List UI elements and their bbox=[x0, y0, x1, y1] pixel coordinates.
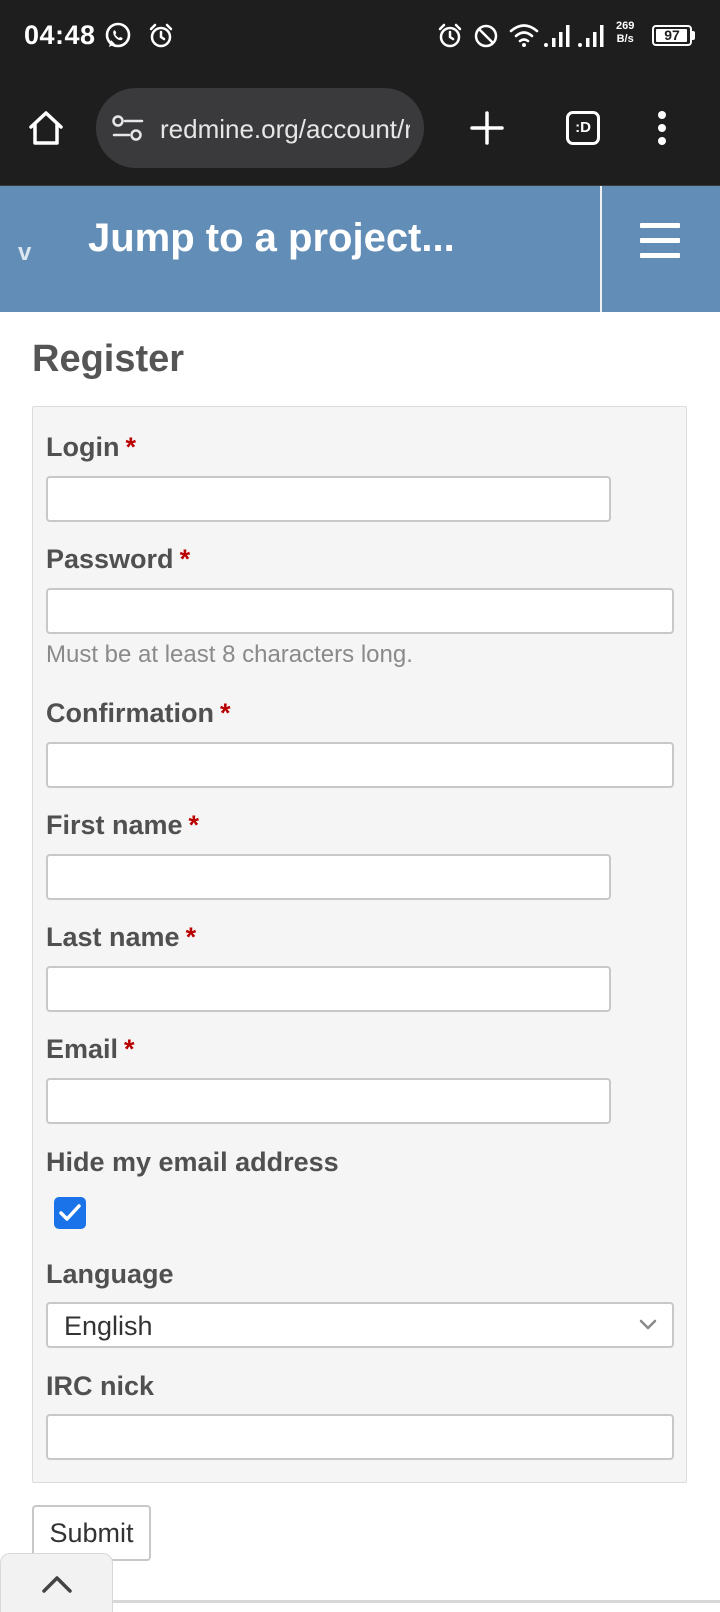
network-speed: 269 B/s bbox=[616, 20, 634, 46]
checkmark-icon bbox=[59, 1204, 81, 1221]
jump-to-project[interactable]: Jump to a project... bbox=[88, 212, 455, 264]
chevron-up-icon bbox=[42, 1576, 72, 1593]
language-select[interactable]: English bbox=[46, 1302, 674, 1348]
firstname-input[interactable] bbox=[46, 854, 611, 900]
required-marker: * bbox=[185, 922, 197, 952]
battery-icon: 97 bbox=[652, 25, 692, 46]
url-text[interactable]: redmine.org/account/register bbox=[160, 113, 410, 145]
do-not-disturb-icon bbox=[474, 24, 498, 48]
signal-icon bbox=[544, 25, 570, 47]
overflow-menu-icon[interactable] bbox=[656, 110, 668, 146]
bottom-divider bbox=[113, 1600, 720, 1603]
confirmation-input[interactable] bbox=[46, 742, 674, 788]
hamburger-menu-icon[interactable] bbox=[640, 223, 680, 268]
required-marker: * bbox=[179, 544, 191, 574]
required-marker: * bbox=[188, 810, 200, 840]
hide-email-label: Hide my email address bbox=[46, 1147, 339, 1177]
new-tab-plus-icon[interactable] bbox=[469, 110, 505, 146]
battery-level: 97 bbox=[664, 27, 680, 43]
password-hint: Must be at least 8 characters long. bbox=[46, 641, 413, 668]
required-marker: * bbox=[220, 698, 231, 728]
login-label: Login * bbox=[46, 432, 136, 462]
irc-nick-label: IRC nick bbox=[46, 1371, 155, 1401]
firstname-label: First name * bbox=[46, 810, 200, 840]
login-input[interactable] bbox=[46, 476, 611, 522]
required-marker: * bbox=[124, 1034, 135, 1064]
lastname-input[interactable] bbox=[46, 966, 611, 1012]
address-bar[interactable]: redmine.org/account/register bbox=[96, 88, 424, 168]
signal-icon bbox=[578, 25, 604, 47]
chevron-down-icon[interactable]: v bbox=[18, 239, 31, 267]
language-selected-value: English bbox=[64, 1311, 153, 1341]
wifi-icon bbox=[509, 24, 539, 47]
network-speed-value: 269 bbox=[616, 20, 635, 32]
whatsapp-icon bbox=[105, 22, 131, 48]
scroll-to-top-button[interactable] bbox=[0, 1553, 113, 1612]
tab-switcher-icon[interactable]: :D bbox=[566, 111, 600, 145]
alarm-icon bbox=[149, 23, 173, 48]
email-input[interactable] bbox=[46, 1078, 611, 1124]
password-input[interactable] bbox=[46, 588, 674, 634]
confirmation-label: Confirmation * bbox=[46, 698, 231, 728]
lastname-label: Last name * bbox=[46, 922, 197, 952]
irc-nick-input[interactable] bbox=[46, 1414, 674, 1460]
language-label: Language bbox=[46, 1259, 174, 1289]
chevron-down-icon bbox=[639, 1319, 657, 1330]
clock: 04:48 bbox=[24, 20, 96, 50]
site-header: v Jump to a project... bbox=[0, 186, 720, 312]
password-label: Password * bbox=[46, 544, 191, 574]
site-settings-icon[interactable] bbox=[112, 114, 144, 142]
home-icon[interactable] bbox=[26, 108, 66, 148]
network-speed-unit: B/s bbox=[616, 33, 634, 45]
page-title: Register bbox=[32, 338, 185, 380]
hide-email-checkbox[interactable] bbox=[54, 1197, 86, 1229]
required-marker: * bbox=[125, 432, 136, 462]
browser-toolbar: redmine.org/account/register :D bbox=[0, 74, 720, 186]
alarm-icon bbox=[438, 23, 462, 48]
header-divider bbox=[600, 186, 602, 312]
status-bar: 04:48 269 B/s 97 bbox=[0, 0, 720, 74]
email-label: Email * bbox=[46, 1034, 135, 1064]
